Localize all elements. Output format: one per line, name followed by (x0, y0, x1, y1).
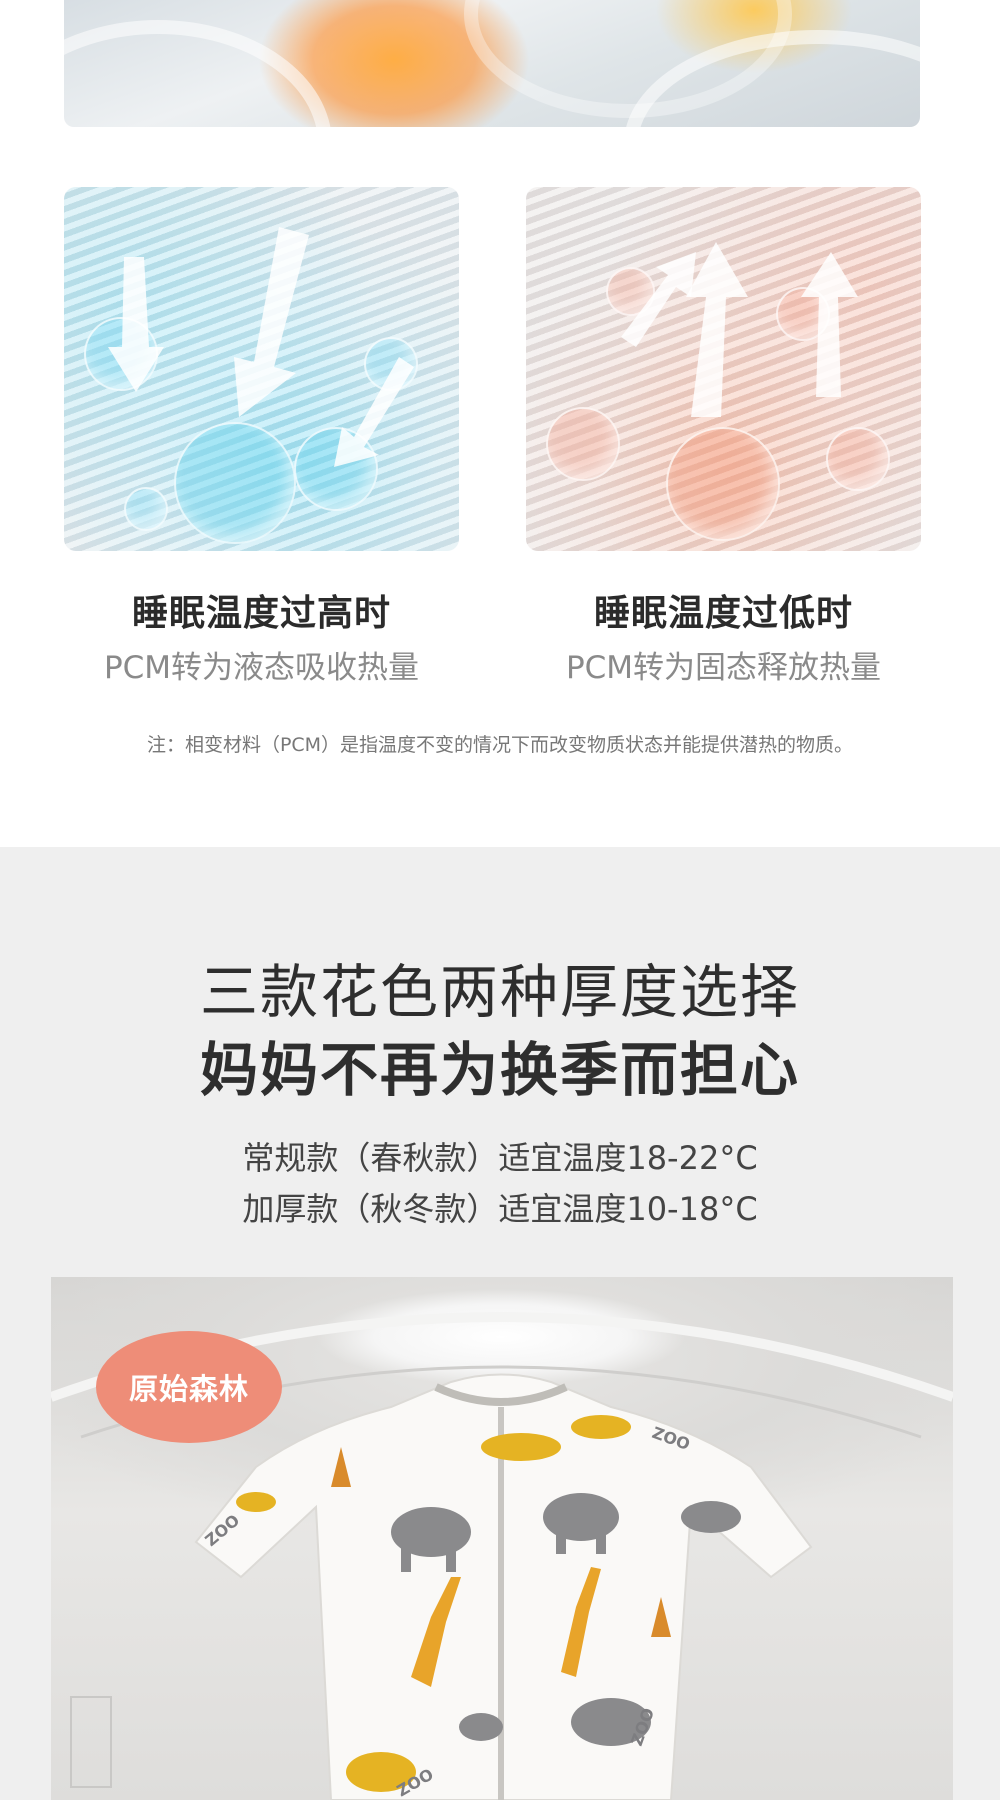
cool-card-subtitle: PCM转为液态吸收热量 (103, 650, 420, 686)
warm-card-title: 睡眠温度过低时 (593, 593, 853, 634)
warm-fabric-image (526, 187, 921, 551)
spec-regular: 常规款（春秋款）适宜温度18-22°C (242, 1139, 758, 1177)
warm-card-subtitle: PCM转为固态释放热量 (565, 650, 882, 686)
cool-card-title: 睡眠温度过高时 (131, 593, 391, 634)
heat-fabric-banner-image (64, 0, 920, 127)
up-arrows-icon (621, 242, 858, 417)
pcm-footnote: 注：相变材料（PCM）是指温度不变的情况下而改变物质状态并能提供潜热的物质。 (146, 734, 854, 756)
pattern-tag-primeval-forest[interactable]: 原始森林 (96, 1331, 282, 1443)
spec-thick: 加厚款（秋冬款）适宜温度10-18°C (242, 1190, 758, 1228)
fabric-fold-decoration (64, 20, 332, 127)
down-arrows-icon (108, 227, 414, 467)
headline-line1: 三款花色两种厚度选择 (199, 958, 800, 1026)
cool-fabric-image (64, 187, 459, 551)
headline-line2: 妈妈不再为换季而担心 (199, 1036, 800, 1104)
